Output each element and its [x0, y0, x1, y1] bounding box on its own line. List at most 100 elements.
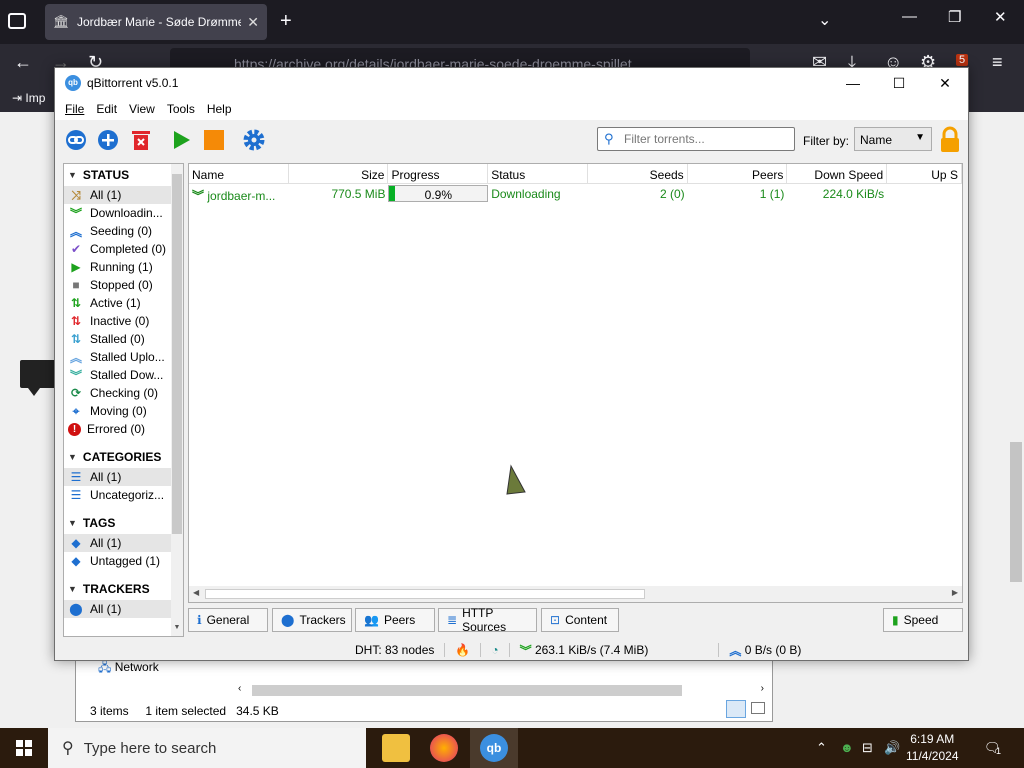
bookmark-item[interactable]: Imp	[25, 91, 45, 105]
sidebar-item-stalled-uploading[interactable]: ︽ Stalled Uplo...	[64, 348, 173, 366]
sidebar-item-completed[interactable]: ✔ Completed (0)	[64, 240, 173, 258]
sidebar-item-active[interactable]: ⇅ Active (1)	[64, 294, 173, 312]
volume-icon[interactable]: 🔊	[884, 740, 900, 756]
flame-icon[interactable]: 🔥	[455, 643, 470, 657]
tag-untagged[interactable]: ◆ Untagged (1)	[64, 552, 173, 570]
sidebar-item-inactive[interactable]: ⇅ Inactive (0)	[64, 312, 173, 330]
tag-all[interactable]: ◆ All (1)	[64, 534, 173, 552]
list-all-tabs-icon[interactable]	[8, 13, 26, 29]
page-scrollbar[interactable]	[1008, 112, 1024, 728]
back-icon[interactable]: ←	[14, 52, 32, 73]
new-tab-button[interactable]: +	[280, 10, 292, 32]
tracker-all[interactable]: ⬤ All (1)	[64, 600, 173, 618]
trackers-section-header[interactable]: ▼ TRACKERS	[64, 578, 173, 600]
sidebar-scroll-thumb[interactable]	[172, 174, 182, 534]
tags-section-header[interactable]: ▼ TAGS	[64, 512, 173, 534]
clock[interactable]: 6:19 AM 11/4/2024	[906, 731, 959, 765]
minimize-icon[interactable]: —	[902, 8, 917, 25]
add-link-button[interactable]	[63, 127, 89, 153]
list-hscrollbar[interactable]: ◀ ▶	[189, 586, 962, 602]
sidebar-item-downloading[interactable]: ︾ Downloadin...	[64, 204, 173, 222]
tab-general[interactable]: ℹ General	[188, 608, 268, 632]
add-torrent-button[interactable]	[95, 127, 121, 153]
maximize-button[interactable]: ☐	[876, 68, 922, 98]
file-explorer-icon[interactable]	[382, 734, 410, 762]
network-tray-icon[interactable]: ⊟	[862, 740, 873, 756]
tray-chevron-icon[interactable]: ⌃	[816, 740, 827, 756]
tab-speed[interactable]: ▮ Speed	[883, 608, 963, 632]
col-peers[interactable]: Peers	[688, 164, 788, 183]
table-row[interactable]: ︾ jordbaer-m... 770.5 MiB 0.9% Downloadi…	[189, 185, 962, 203]
tab-peers[interactable]: 👥 Peers	[355, 608, 435, 632]
scroll-right-icon[interactable]: ›	[761, 683, 764, 694]
start-button[interactable]	[168, 127, 194, 153]
qbittorrent-taskbar-icon[interactable]: qb	[480, 734, 508, 762]
explorer-scroll-thumb[interactable]	[252, 685, 682, 696]
chat-bubble-icon[interactable]	[20, 360, 56, 396]
col-seeds[interactable]: Seeds	[588, 164, 688, 183]
restore-icon[interactable]: ❐	[948, 8, 961, 26]
category-all[interactable]: ☰ All (1)	[64, 468, 173, 486]
sidebar-item-all[interactable]: ⤨ All (1)	[64, 186, 173, 204]
scroll-left-icon[interactable]: ◀	[193, 588, 199, 597]
list-scroll-thumb[interactable]	[205, 589, 645, 599]
tab-trackers[interactable]: ⬤ Trackers	[272, 608, 352, 632]
sidebar-item-stopped[interactable]: ■ Stopped (0)	[64, 276, 173, 294]
tab-content[interactable]: ⊡ Content	[541, 608, 619, 632]
col-size[interactable]: Size	[289, 164, 389, 183]
categories-section-header[interactable]: ▼ CATEGORIES	[64, 446, 173, 468]
browser-tab[interactable]: 🏛 Jordbær Marie - Søde Drømme ✕	[45, 4, 267, 40]
menu-help[interactable]: Help	[201, 102, 238, 116]
ublock-badge[interactable]: 5	[956, 54, 969, 66]
sidebar-item-errored[interactable]: ! Errored (0)	[64, 420, 173, 438]
close-tab-icon[interactable]: ✕	[247, 14, 259, 31]
sidebar-item-moving[interactable]: ⌖ Moving (0)	[64, 402, 173, 420]
close-button[interactable]: ✕	[922, 68, 968, 98]
lock-icon[interactable]	[939, 126, 961, 154]
status-section-header[interactable]: ▼ STATUS	[64, 164, 173, 186]
category-uncategorized[interactable]: ☰ Uncategoriz...	[64, 486, 173, 504]
filter-by-select[interactable]: Name ▼	[854, 127, 932, 151]
page-scroll-thumb[interactable]	[1010, 442, 1022, 582]
menu-tools[interactable]: Tools	[161, 102, 201, 116]
scroll-left-icon[interactable]: ‹	[238, 683, 241, 694]
scroll-right-icon[interactable]: ▶	[952, 588, 958, 597]
error-icon: !	[68, 422, 81, 436]
taskbar-search[interactable]: ⚲ Type here to search	[48, 728, 366, 768]
col-status[interactable]: Status	[488, 164, 588, 183]
details-view-icon[interactable]	[726, 700, 746, 718]
filter-torrents-input[interactable]: ⚲ Filter torrents...	[597, 127, 795, 151]
tab-http-sources[interactable]: ≣ HTTP Sources	[438, 606, 537, 634]
chevron-down-icon[interactable]: ⌄	[818, 10, 831, 30]
minimize-button[interactable]: —	[830, 68, 876, 98]
col-name[interactable]: Name	[189, 164, 289, 183]
connection-status-icon[interactable]: ◔	[491, 643, 498, 657]
windows-start-icon[interactable]	[16, 740, 32, 756]
stop-button[interactable]	[201, 127, 227, 153]
upload-speed[interactable]: 0 B/s (0 B)	[745, 643, 802, 657]
menu-icon[interactable]: ≡	[992, 52, 1003, 73]
sidebar-item-running[interactable]: ▶ Running (1)	[64, 258, 173, 276]
sidebar-item-stalled-downloading[interactable]: ︾ Stalled Dow...	[64, 366, 173, 384]
close-icon[interactable]: ✕	[994, 8, 1007, 26]
delete-button[interactable]	[128, 127, 154, 153]
explorer-network-item[interactable]: 🖧 Network	[98, 658, 159, 679]
firefox-icon[interactable]	[430, 734, 458, 762]
menu-view[interactable]: View	[123, 102, 161, 116]
large-icons-view-icon[interactable]	[751, 702, 765, 714]
menu-file[interactable]: File	[59, 102, 90, 116]
col-down-speed[interactable]: Down Speed	[787, 164, 888, 183]
user-icon[interactable]: ☻	[840, 740, 854, 755]
options-button[interactable]	[241, 127, 267, 153]
menu-edit[interactable]: Edit	[90, 102, 123, 116]
col-up-speed[interactable]: Up S	[887, 164, 962, 183]
sidebar-item-seeding[interactable]: ︽ Seeding (0)	[64, 222, 173, 240]
download-speed[interactable]: 263.1 KiB/s (7.4 MiB)	[535, 643, 648, 657]
col-progress[interactable]: Progress	[388, 164, 489, 183]
sidebar-item-stalled[interactable]: ⇅ Stalled (0)	[64, 330, 173, 348]
explorer-hscroll[interactable]: ‹ ›	[236, 683, 766, 697]
import-bookmarks-icon[interactable]: ⇥	[12, 91, 25, 105]
sidebar-scrollbar[interactable]: ▼	[171, 164, 183, 636]
scroll-down-icon[interactable]: ▼	[171, 624, 183, 634]
sidebar-item-checking[interactable]: ⟳ Checking (0)	[64, 384, 173, 402]
